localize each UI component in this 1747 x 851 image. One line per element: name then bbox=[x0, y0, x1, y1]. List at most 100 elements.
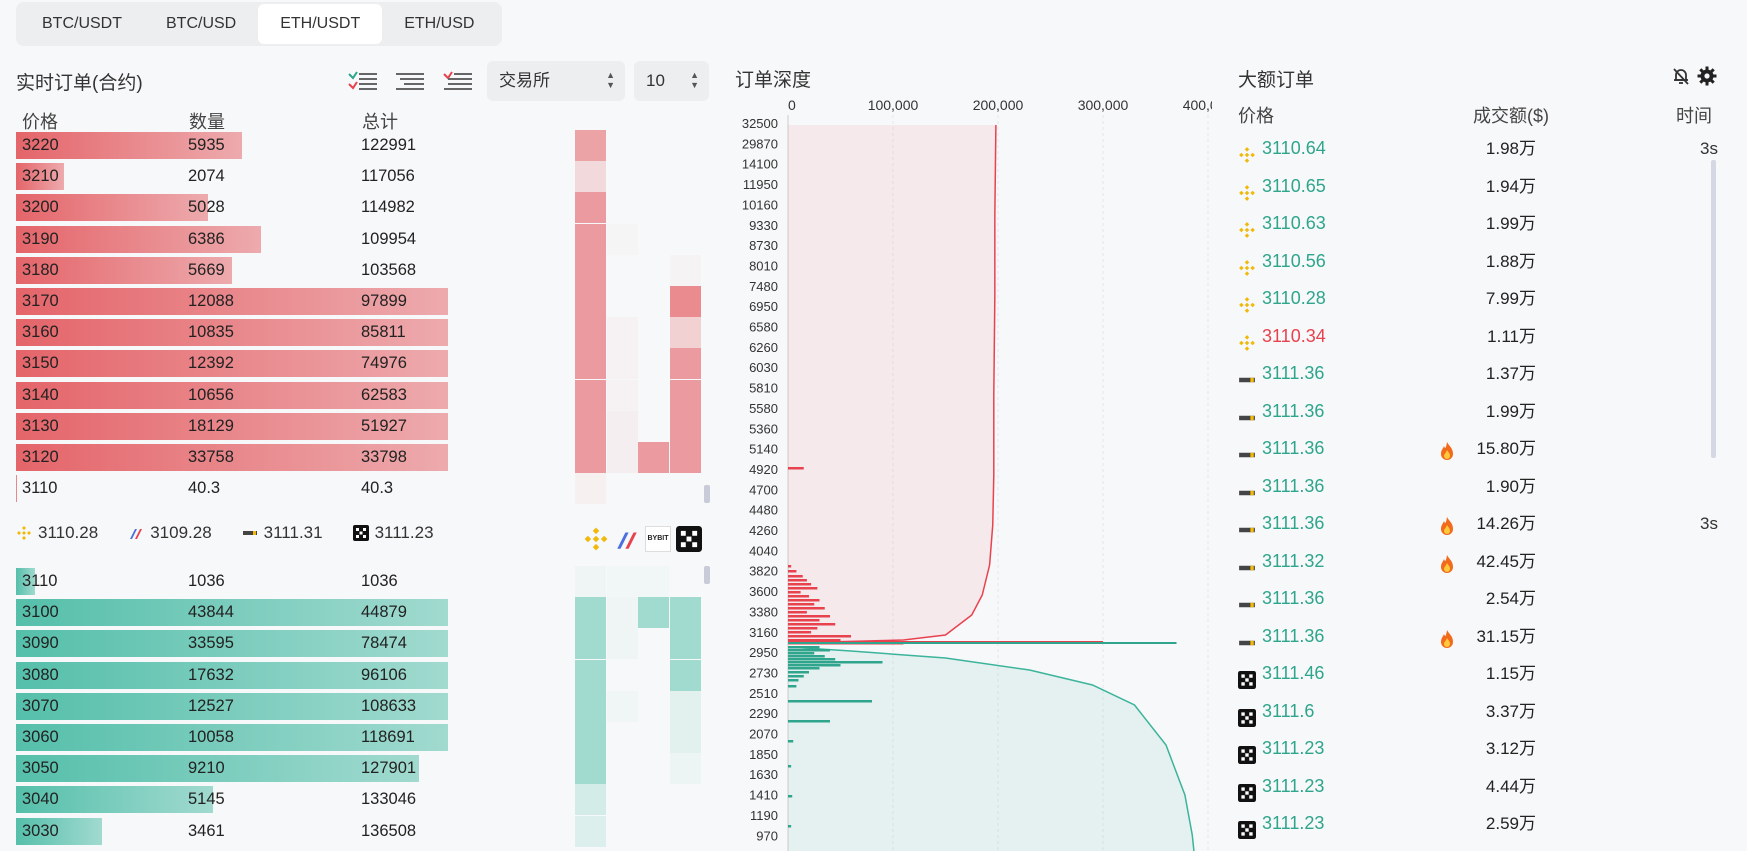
large-order-row[interactable]: 3111.23 4.44万 bbox=[1238, 768, 1718, 805]
orderbook-row[interactable]: 3160 10835 85811 bbox=[16, 317, 496, 348]
cell-total: 40.3 bbox=[361, 479, 394, 498]
heatmap-cell bbox=[607, 753, 638, 784]
tab-btc-usdt[interactable]: BTC/USDT bbox=[20, 4, 144, 44]
order-price: 3111.36 bbox=[1262, 588, 1325, 608]
order-price: 3110.56 bbox=[1262, 250, 1326, 271]
large-order-row[interactable]: 3111.46 1.15万 bbox=[1238, 655, 1718, 692]
order-amount: 1.90万 bbox=[1485, 476, 1536, 496]
cell-qty: 10656 bbox=[188, 385, 234, 404]
large-order-row[interactable]: 3111.36 31.15万 bbox=[1238, 618, 1718, 655]
heatmap-cell bbox=[575, 348, 606, 380]
tab-btc-usd[interactable]: BTC/USD bbox=[144, 4, 258, 44]
y-tick-label: 5140 bbox=[749, 442, 778, 457]
order-price: 3111.36 bbox=[1262, 438, 1325, 458]
heatmap-cell bbox=[670, 784, 701, 815]
orderbook-row[interactable]: 3050 9210 127901 bbox=[16, 753, 496, 784]
order-amount: 42.45万 bbox=[1476, 551, 1536, 571]
depth-chart[interactable]: 0 100,000 200,000 300,000 400,000 32500 29870 1… bbox=[732, 95, 1212, 851]
ask-level-bar bbox=[788, 635, 851, 638]
large-order-row[interactable]: 3111.36 2.54万 bbox=[1238, 580, 1718, 617]
heatmap-cell bbox=[638, 722, 669, 753]
y-tick-label: 4480 bbox=[749, 503, 778, 518]
large-order-row[interactable]: 3111.36 1.37万 bbox=[1238, 355, 1718, 392]
cell-total: 118691 bbox=[361, 728, 415, 746]
orderbook-row[interactable]: 3130 18129 51927 bbox=[16, 411, 496, 442]
order-amount: 7.99万 bbox=[1485, 289, 1536, 308]
tab-eth-usdt[interactable]: ETH/USDT bbox=[258, 4, 383, 44]
heatmap-cell bbox=[638, 286, 669, 317]
large-order-row[interactable]: 3111.36 14.26万 3s bbox=[1238, 505, 1718, 542]
binance-icon bbox=[1238, 215, 1256, 238]
large-order-row[interactable]: 3110.28 7.99万 bbox=[1238, 280, 1718, 317]
cell-total: 51927 bbox=[361, 416, 407, 435]
orderbook-row[interactable]: 3110 1036 1036 bbox=[16, 566, 496, 597]
exchange-price-bybit: 3111.31 bbox=[242, 523, 323, 543]
heatmap-cell bbox=[670, 192, 701, 223]
orderbook-row[interactable]: 3060 10058 118691 bbox=[16, 722, 496, 753]
orderbook-row[interactable]: 3070 12527 108633 bbox=[16, 691, 496, 722]
large-order-row[interactable]: 3110.65 1.94万 bbox=[1238, 168, 1718, 205]
bid-level-bar bbox=[788, 671, 809, 674]
large-order-row[interactable]: 3110.63 1.99万 bbox=[1238, 205, 1718, 242]
heatmap-cell bbox=[575, 410, 606, 442]
gear-icon[interactable] bbox=[1697, 66, 1717, 86]
bitmex-icon bbox=[617, 532, 637, 549]
orderbook-row[interactable]: 3150 12392 74976 bbox=[16, 348, 496, 379]
order-amount: 1.11万 bbox=[1487, 326, 1536, 346]
cell-total: 136508 bbox=[361, 821, 417, 840]
orderbook-row[interactable]: 3120 33758 33798 bbox=[16, 442, 496, 473]
y-tick-label: 2070 bbox=[749, 727, 778, 742]
orderbook-row[interactable]: 3210 2074 117056 bbox=[16, 161, 496, 192]
large-order-row[interactable]: 3111.36 15.80万 bbox=[1238, 430, 1718, 467]
asks-scrollbar[interactable] bbox=[704, 485, 710, 503]
orderbook-row[interactable]: 3220 5935 122991 bbox=[16, 130, 496, 161]
large-order-row[interactable]: 3110.64 1.98万 3s bbox=[1238, 130, 1718, 167]
bybit-icon bbox=[1238, 553, 1256, 571]
large-order-row[interactable]: 3111.6 3.37万 bbox=[1238, 693, 1718, 730]
x-tick-label: 400,000 bbox=[1183, 97, 1212, 113]
large-order-row[interactable]: 3111.23 2.59万 bbox=[1238, 805, 1718, 842]
orderbook-row[interactable]: 3040 5145 133046 bbox=[16, 784, 496, 815]
binance-icon bbox=[16, 525, 32, 541]
heatmap-cell bbox=[670, 816, 701, 847]
large-order-row[interactable]: 3111.23 3.12万 bbox=[1238, 730, 1718, 767]
order-price: 3110.28 bbox=[1262, 288, 1326, 308]
view-bids-icon[interactable] bbox=[394, 70, 426, 92]
view-both-icon[interactable] bbox=[347, 70, 379, 92]
bid-level-bar bbox=[788, 700, 872, 703]
orderbook-row[interactable]: 3140 10656 62583 bbox=[16, 380, 496, 411]
large-order-row[interactable]: 3111.32 42.45万 bbox=[1238, 543, 1718, 580]
exchange-select[interactable]: 交易所 ▲ ▼ bbox=[487, 61, 625, 101]
heatmap-cell bbox=[670, 224, 701, 255]
large-order-row[interactable]: 3111.36 1.99万 bbox=[1238, 393, 1718, 430]
cell-total: 122991 bbox=[361, 136, 417, 154]
heatmap-cell bbox=[575, 566, 606, 597]
orderbook-row[interactable]: 3030 3461 136508 bbox=[16, 816, 496, 847]
orderbook-row[interactable]: 3190 6386 109954 bbox=[16, 224, 496, 255]
large-order-row[interactable]: 3110.34 1.11万 bbox=[1238, 318, 1718, 355]
view-asks-icon[interactable] bbox=[442, 70, 474, 92]
y-tick-label: 5810 bbox=[749, 381, 778, 396]
tab-eth-usd[interactable]: ETH/USD bbox=[382, 4, 496, 44]
orderbook-row[interactable]: 3110 40.3 40.3 bbox=[16, 473, 496, 504]
orderbook-row[interactable]: 3100 43844 44879 bbox=[16, 597, 496, 628]
orderbook-row[interactable]: 3090 33595 78474 bbox=[16, 628, 496, 659]
bell-off-icon[interactable] bbox=[1671, 66, 1691, 86]
y-tick-label: 32500 bbox=[742, 116, 778, 131]
orderbook-row[interactable]: 3080 17632 96106 bbox=[16, 660, 496, 691]
heatmap-cell bbox=[606, 628, 638, 660]
orderbook-row[interactable]: 3170 12088 97899 bbox=[16, 286, 496, 317]
large-orders-scrollbar[interactable] bbox=[1711, 160, 1716, 458]
orderbook-row[interactable]: 3200 5028 114982 bbox=[16, 192, 496, 223]
heatmap-cell bbox=[669, 753, 701, 785]
large-order-row[interactable]: 3111.36 1.90万 bbox=[1238, 468, 1718, 505]
large-order-row[interactable]: 3110.56 1.88万 bbox=[1238, 243, 1718, 280]
depth-select[interactable]: 10 ▲ ▼ bbox=[634, 61, 709, 101]
ask-level-bar bbox=[788, 603, 815, 606]
cell-price: 3140 bbox=[22, 385, 59, 404]
orderbook-row[interactable]: 3180 5669 103568 bbox=[16, 255, 496, 286]
binance-icon bbox=[584, 527, 608, 551]
bids-scrollbar[interactable] bbox=[704, 566, 710, 584]
heatmap-cell bbox=[669, 379, 701, 411]
heatmap-cell bbox=[606, 442, 638, 473]
